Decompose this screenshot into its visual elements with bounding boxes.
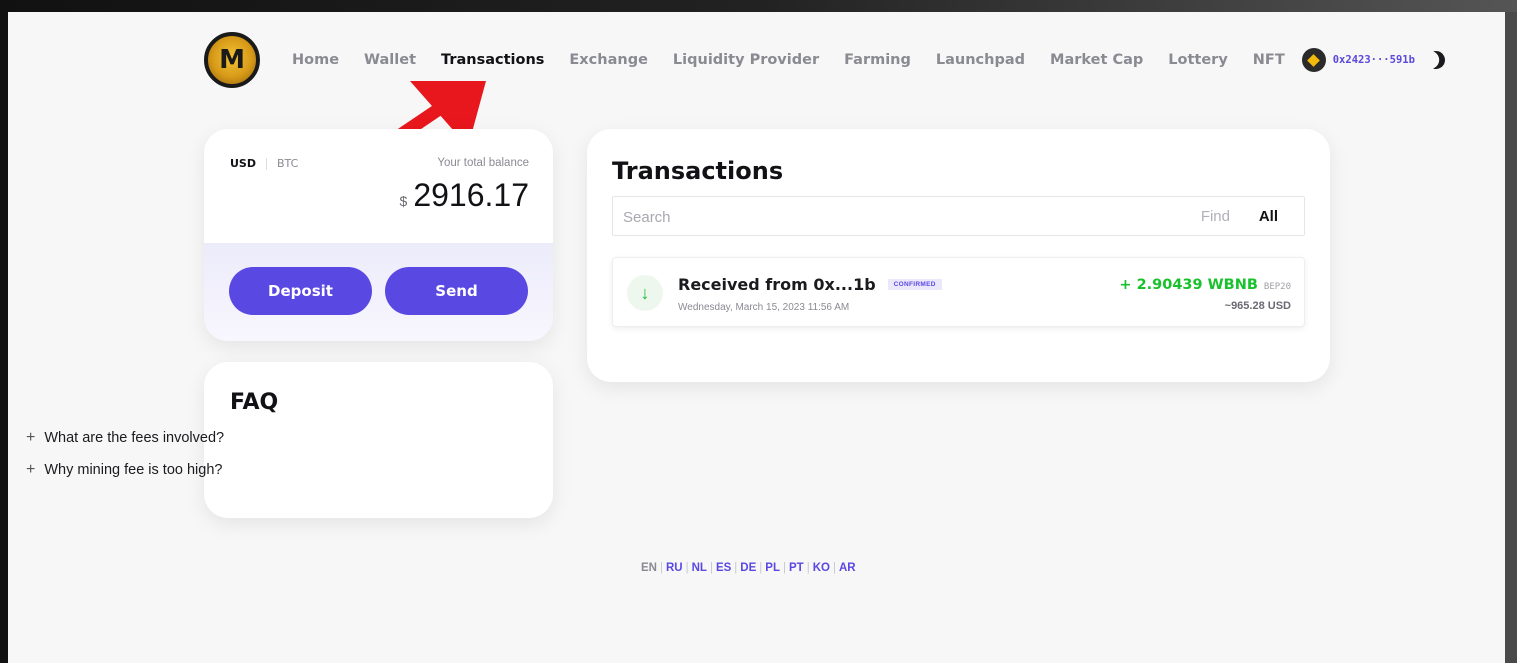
lang-pl[interactable]: PL (765, 562, 780, 574)
currency-btc[interactable]: BTC (277, 157, 298, 170)
faq-question: Why mining fee is too high? (44, 462, 223, 478)
faq-card: FAQ (204, 362, 553, 518)
transaction-main: Received from 0x...1b CONFIRMED (678, 275, 942, 294)
deposit-button[interactable]: Deposit (229, 267, 372, 315)
nav-link-lottery[interactable]: Lottery (1168, 52, 1228, 68)
nav-link-nft[interactable]: NFT (1253, 52, 1285, 68)
wallet-chip[interactable]: 0x2423···591b (1301, 48, 1445, 72)
logo-letter: M (219, 45, 245, 75)
nav-link-market-cap[interactable]: Market Cap (1050, 52, 1143, 68)
transaction-network: BEP20 (1263, 282, 1291, 292)
nav-link-launchpad[interactable]: Launchpad (936, 52, 1025, 68)
transactions-card: Transactions Find All ↓ Received from 0x… (587, 129, 1330, 382)
left-edge-band (0, 12, 8, 663)
currency-usd[interactable]: USD (230, 157, 256, 170)
lang-de[interactable]: DE (740, 562, 756, 574)
balance-label: Your total balance (437, 157, 529, 169)
lang-ru[interactable]: RU (666, 562, 683, 574)
faq-item[interactable]: + What are the fees involved? (26, 429, 224, 447)
faq-title: FAQ (230, 390, 279, 415)
transactions-title: Transactions (612, 157, 784, 185)
transaction-amount-line: + 2.90439 WBNB BEP20 (1119, 277, 1291, 293)
balance-amount: $ 2916.17 (400, 177, 529, 214)
lang-ar[interactable]: AR (839, 562, 856, 574)
right-edge-band (1505, 12, 1517, 663)
balance-card: USD BTC Your total balance $ 2916.17 Dep… (204, 129, 553, 341)
balance-value: 2916.17 (413, 177, 529, 213)
lang-es[interactable]: ES (716, 562, 731, 574)
logo[interactable]: M (204, 32, 260, 88)
nav-link-wallet[interactable]: Wallet (364, 52, 416, 68)
top-edge-band (0, 0, 1517, 12)
balance-currency-symbol: $ (399, 193, 408, 209)
faq-question: What are the fees involved? (44, 430, 225, 446)
currency-toggle: USD BTC (230, 157, 298, 170)
transaction-date: Wednesday, March 15, 2023 11:56 AM (678, 302, 850, 313)
language-switcher: EN | RU | NL | ES | DE | PL | PT | KO | … (641, 562, 856, 574)
lang-nl[interactable]: NL (692, 562, 707, 574)
all-filter-button[interactable]: All (1259, 208, 1278, 225)
plus-icon: + (26, 429, 36, 446)
lang-en[interactable]: EN (641, 562, 657, 574)
nav-link-transactions[interactable]: Transactions (441, 52, 544, 68)
nav-link-liquidity-provider[interactable]: Liquidity Provider (673, 52, 819, 68)
bnb-icon (1301, 48, 1326, 72)
faq-item[interactable]: + Why mining fee is too high? (26, 461, 222, 479)
status-badge: CONFIRMED (887, 279, 942, 290)
nav-link-home[interactable]: Home (292, 52, 339, 68)
wallet-address: 0x2423···591b (1332, 54, 1415, 66)
plus-icon: + (26, 461, 36, 478)
transaction-row[interactable]: ↓ Received from 0x...1b CONFIRMED Wednes… (612, 257, 1305, 327)
arrow-down-icon: ↓ (627, 275, 663, 311)
search-input[interactable] (623, 205, 1163, 229)
lang-ko[interactable]: KO (813, 562, 830, 574)
nav-links: Home Wallet Transactions Exchange Liquid… (292, 52, 1310, 68)
transaction-usd-value: ~965.28 USD (1224, 300, 1291, 312)
find-button[interactable]: Find (1201, 208, 1230, 225)
moon-icon[interactable] (1424, 48, 1449, 73)
transaction-amount: + 2.90439 WBNB (1119, 277, 1258, 293)
transaction-title: Received from 0x...1b (678, 275, 876, 294)
nav-link-exchange[interactable]: Exchange (569, 52, 648, 68)
nav-link-farming[interactable]: Farming (844, 52, 911, 68)
search-box: Find All (612, 196, 1305, 236)
send-button[interactable]: Send (385, 267, 528, 315)
lang-pt[interactable]: PT (789, 562, 804, 574)
